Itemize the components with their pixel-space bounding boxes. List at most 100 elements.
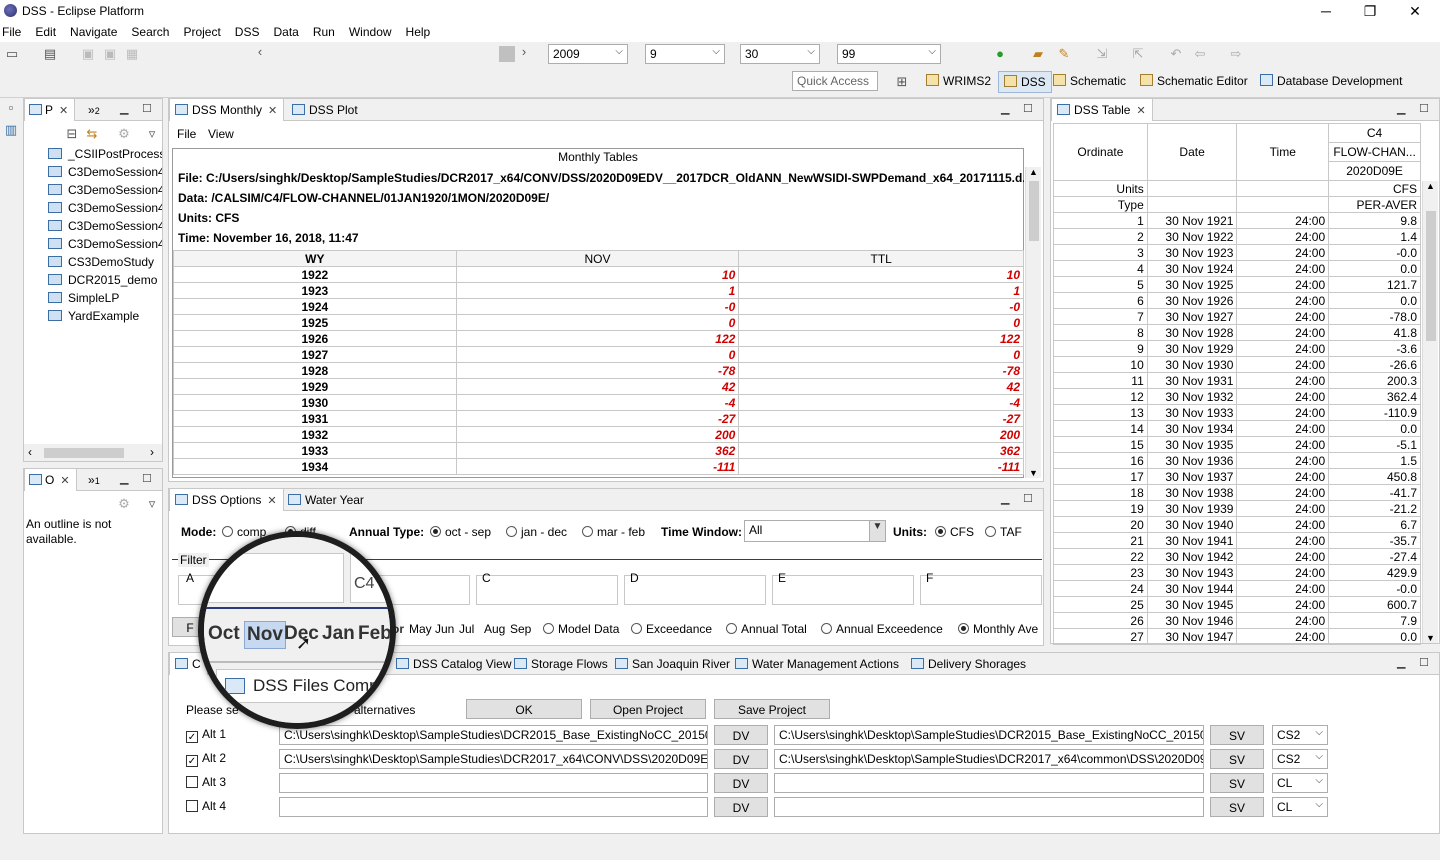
open-project-button[interactable]: Open Project xyxy=(590,699,706,719)
minimize-icon[interactable]: ▁ xyxy=(1397,656,1405,669)
column-header-date[interactable]: Date xyxy=(1146,123,1238,181)
month-may[interactable]: May xyxy=(409,622,432,636)
minimize-icon[interactable]: ▁ xyxy=(1001,492,1009,505)
table-row[interactable]: 7 30 Nov 1927 24:00 -78.0 xyxy=(1053,308,1421,325)
tree-item[interactable]: C3DemoSession4 xyxy=(48,183,162,197)
tab-dss-table[interactable]: DSS Table ✕ xyxy=(1051,99,1153,121)
units-taf-radio[interactable]: TAF xyxy=(985,525,1022,539)
maximize-icon[interactable]: ☐ xyxy=(142,472,152,485)
column-header-wy[interactable]: WY xyxy=(173,250,457,267)
table-row[interactable]: 23 30 Nov 1943 24:00 429.9 xyxy=(1053,564,1421,581)
tree-item[interactable]: SimpleLP xyxy=(48,291,119,305)
menu-file[interactable]: File xyxy=(0,22,28,39)
tree-item[interactable]: YardExample xyxy=(48,309,139,323)
month-jun[interactable]: Jun xyxy=(435,622,454,636)
restore-icon[interactable]: ▫ xyxy=(3,100,19,116)
maximize-icon[interactable]: ☐ xyxy=(1419,102,1429,115)
table-row[interactable]: 16 30 Nov 1936 24:00 1.5 xyxy=(1053,452,1421,469)
menu-edit[interactable]: Edit xyxy=(28,22,63,39)
tab-dss-options[interactable]: DSS Options ✕ xyxy=(169,489,284,511)
table-row[interactable]: 1924 -0 -0 xyxy=(173,298,1024,315)
zoom-month-jan[interactable]: Jan xyxy=(322,623,355,645)
column-header-c4[interactable]: C4 xyxy=(1328,123,1421,143)
menu-data[interactable]: Data xyxy=(266,22,305,39)
filter-d-field[interactable] xyxy=(624,575,766,605)
table-row[interactable]: 1930 -4 -4 xyxy=(173,394,1024,411)
minimize-icon[interactable]: ▁ xyxy=(1397,102,1405,115)
units-cfs-radio[interactable]: CFS xyxy=(935,525,974,539)
last-combo[interactable]: 99 ⌵ xyxy=(837,44,941,64)
sv-browse-button[interactable]: SV xyxy=(1210,725,1264,745)
alt-dv-path-field[interactable]: C:\Users\singhk\Desktop\SampleStudies\DC… xyxy=(279,749,708,769)
column-header-time[interactable]: Time xyxy=(1236,123,1330,181)
alt-checkbox[interactable]: Alt 4 xyxy=(186,799,226,813)
table-row[interactable]: 1933 362 362 xyxy=(173,442,1024,459)
perspective-schematic-editor[interactable]: Schematic Editor xyxy=(1140,74,1248,88)
tab-explorer-overflow[interactable]: »2 xyxy=(82,99,106,121)
menu-run[interactable]: Run xyxy=(306,22,342,39)
view-exceedance-radio[interactable]: Exceedance xyxy=(631,622,712,636)
view-model-data-radio[interactable]: Model Data xyxy=(543,622,619,636)
alt-sv-path-field[interactable]: C:\Users\singhk\Desktop\SampleStudies\DC… xyxy=(774,725,1204,745)
monthly-menu-view[interactable]: View xyxy=(208,127,234,141)
minimize-icon[interactable]: ▁ xyxy=(120,102,128,115)
maximize-icon[interactable]: ☐ xyxy=(1419,656,1429,669)
dv-browse-button[interactable]: DV xyxy=(714,773,768,793)
close-button[interactable]: ✕ xyxy=(1392,0,1438,22)
alt-sv-path-field[interactable] xyxy=(774,797,1204,817)
new-icon[interactable]: ▭ xyxy=(4,46,20,62)
alt-checkbox[interactable]: ✓ Alt 2 xyxy=(186,751,226,767)
sv-browse-button[interactable]: SV xyxy=(1210,773,1264,793)
table-row[interactable]: 4 30 Nov 1924 24:00 0.0 xyxy=(1053,260,1421,277)
table-row[interactable]: 3 30 Nov 1923 24:00 -0.0 xyxy=(1053,244,1421,261)
alt-sv-path-field[interactable]: C:\Users\singhk\Desktop\SampleStudies\DC… xyxy=(774,749,1204,769)
table-row[interactable]: 20 30 Nov 1940 24:00 6.7 xyxy=(1053,516,1421,533)
alt-dv-path-field[interactable] xyxy=(279,773,708,793)
scroll-down-icon[interactable]: ▼ xyxy=(1426,633,1435,643)
sv-browse-button[interactable]: SV xyxy=(1210,749,1264,769)
time-window-combo[interactable]: All ▼ xyxy=(744,520,886,542)
alt-dv-path-field[interactable]: C:\Users\singhk\Desktop\SampleStudies\DC… xyxy=(279,725,708,745)
next-arrow-icon[interactable]: › xyxy=(516,44,532,60)
table-row[interactable]: 9 30 Nov 1929 24:00 -3.6 xyxy=(1053,340,1421,357)
tree-item[interactable]: C3DemoSession4 xyxy=(48,201,162,215)
tree-item[interactable]: C3DemoSession4 xyxy=(48,237,162,251)
scroll-up-icon[interactable]: ▲ xyxy=(1029,167,1038,177)
scroll-down-icon[interactable]: ▼ xyxy=(1029,468,1038,478)
view-menu-icon[interactable]: ▿ xyxy=(144,126,160,142)
table-row[interactable]: 10 30 Nov 1930 24:00 -26.6 xyxy=(1053,356,1421,373)
tab-water-management-actions[interactable]: Water Management Actions xyxy=(730,653,905,675)
table-row[interactable]: 25 30 Nov 1945 24:00 600.7 xyxy=(1053,596,1421,613)
monthly-menu-file[interactable]: File xyxy=(177,127,196,141)
view-monthly-ave-radio[interactable]: Monthly Ave xyxy=(958,622,1042,636)
dv-browse-button[interactable]: DV xyxy=(714,749,768,769)
close-icon[interactable]: ✕ xyxy=(60,475,69,487)
table-row[interactable]: 5 30 Nov 1925 24:00 121.7 xyxy=(1053,276,1421,293)
tab-dss-monthly[interactable]: DSS Monthly ✕ xyxy=(169,99,285,121)
annual-mar-feb-radio[interactable]: mar - feb xyxy=(582,525,645,539)
table-row[interactable]: 14 30 Nov 1934 24:00 0.0 xyxy=(1053,420,1421,437)
table-row[interactable]: 1931 -27 -27 xyxy=(173,410,1024,427)
table-row[interactable]: 17 30 Nov 1937 24:00 450.8 xyxy=(1053,468,1421,485)
dss-table-vertical-scrollbar[interactable]: ▲ ▼ xyxy=(1422,181,1438,643)
close-icon[interactable]: ✕ xyxy=(267,495,276,507)
table-row[interactable]: 1922 10 10 xyxy=(173,266,1024,283)
perspective-schematic[interactable]: Schematic xyxy=(1053,74,1126,88)
chevron-down-icon[interactable]: ▼ xyxy=(869,521,885,541)
zoom-month-feb[interactable]: Feb xyxy=(358,623,390,645)
month-sep[interactable]: Sep xyxy=(510,622,531,636)
table-row[interactable]: 13 30 Nov 1933 24:00 -110.9 xyxy=(1053,404,1421,421)
save-all-icon[interactable]: ▣ xyxy=(102,46,118,62)
table-row[interactable]: 1929 42 42 xyxy=(173,378,1024,395)
minimize-button[interactable]: ─ xyxy=(1303,0,1349,22)
tree-item[interactable]: DCR2015_demo xyxy=(48,273,157,287)
table-row[interactable]: 6 30 Nov 1926 24:00 0.0 xyxy=(1053,292,1421,309)
alt-code-combo[interactable]: CS2 ⌵ xyxy=(1272,749,1328,769)
scroll-up-icon[interactable]: ▲ xyxy=(1426,181,1435,191)
tree-item[interactable]: CS3DemoStudy xyxy=(48,255,154,269)
table-row[interactable]: 11 30 Nov 1931 24:00 200.3 xyxy=(1053,372,1421,389)
close-icon[interactable]: ✕ xyxy=(268,105,277,117)
sv-browse-button[interactable]: SV xyxy=(1210,797,1264,817)
table-row[interactable]: 1 30 Nov 1921 24:00 9.8 xyxy=(1053,212,1421,229)
alt-code-combo[interactable]: CL ⌵ xyxy=(1272,797,1328,817)
